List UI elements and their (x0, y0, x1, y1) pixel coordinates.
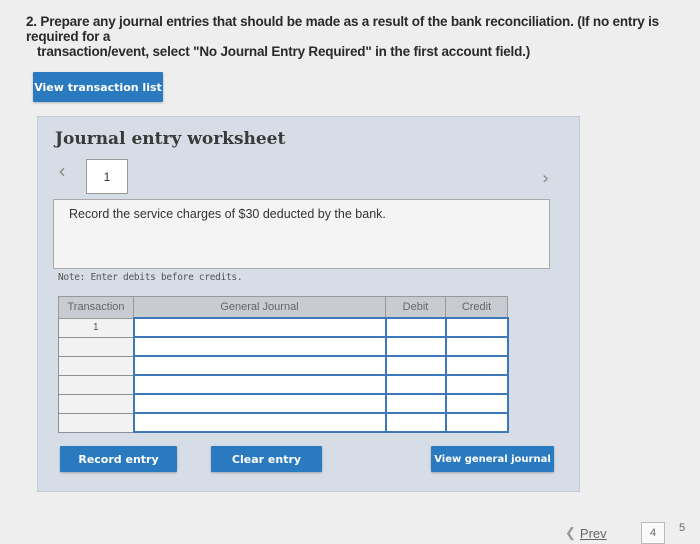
account-field[interactable] (132, 374, 387, 395)
journal-entry-worksheet: Journal entry worksheet ‹ 1 › Record the… (37, 116, 580, 492)
table-row (58, 412, 509, 433)
transaction-cell (58, 374, 134, 395)
instructions-line-2: transaction/event, select "No Journal En… (37, 44, 531, 59)
account-field[interactable] (132, 317, 387, 338)
credit-field[interactable] (444, 336, 509, 357)
credit-field[interactable] (444, 393, 509, 414)
clear-entry-button[interactable]: Clear entry (211, 446, 322, 472)
worksheet-page-number[interactable]: 1 (86, 159, 128, 194)
debit-field[interactable] (384, 317, 447, 338)
worksheet-title: Journal entry worksheet (55, 129, 286, 149)
credit-field[interactable] (444, 374, 509, 395)
table-header-row: Transaction General Journal Debit Credit (58, 296, 508, 319)
transaction-cell (58, 412, 134, 433)
header-general-journal: General Journal (133, 296, 386, 319)
header-transaction: Transaction (58, 296, 134, 319)
debit-field[interactable] (384, 374, 447, 395)
transaction-description-box: Record the service charges of $30 deduct… (53, 199, 550, 269)
prev-label: Prev (579, 525, 607, 541)
debit-field[interactable] (384, 393, 447, 414)
transaction-cell: 1 (58, 317, 134, 338)
table-row (58, 355, 509, 376)
transaction-cell (58, 393, 134, 414)
account-field[interactable] (132, 355, 387, 376)
credit-field[interactable] (444, 317, 509, 338)
credit-field[interactable] (444, 355, 509, 376)
journal-entry-table: Transaction General Journal Debit Credit… (58, 296, 509, 433)
transaction-description: Record the service charges of $30 deduct… (69, 207, 386, 221)
chevron-left-icon: ❮ (565, 525, 576, 540)
table-row (58, 393, 509, 414)
chevron-left-icon[interactable]: ‹ (58, 161, 66, 181)
header-credit: Credit (445, 296, 508, 319)
debit-field[interactable] (384, 355, 447, 376)
transaction-cell (58, 355, 134, 376)
chevron-right-icon[interactable]: › (542, 169, 549, 189)
credit-field[interactable] (444, 412, 509, 433)
account-field[interactable] (132, 412, 387, 433)
account-field[interactable] (132, 393, 387, 414)
debit-field[interactable] (384, 412, 447, 433)
instructions-line-1: 2. Prepare any journal entries that shou… (26, 14, 659, 44)
transaction-cell (58, 336, 134, 357)
instructions: 2. Prepare any journal entries that shou… (26, 14, 700, 59)
account-field[interactable] (132, 336, 387, 357)
header-debit: Debit (385, 296, 446, 319)
debit-field[interactable] (384, 336, 447, 357)
pager-next-page[interactable]: 5 (673, 523, 691, 534)
table-row (58, 336, 509, 357)
prev-button[interactable]: ❮ Prev (565, 525, 607, 541)
record-entry-button[interactable]: Record entry (60, 446, 177, 472)
table-row (58, 374, 509, 395)
debit-credit-note: Note: Enter debits before credits. (58, 272, 243, 283)
table-row: 1 (58, 317, 509, 338)
view-general-journal-button[interactable]: View general journal (431, 446, 554, 472)
view-transaction-list-button[interactable]: View transaction list (33, 72, 163, 102)
